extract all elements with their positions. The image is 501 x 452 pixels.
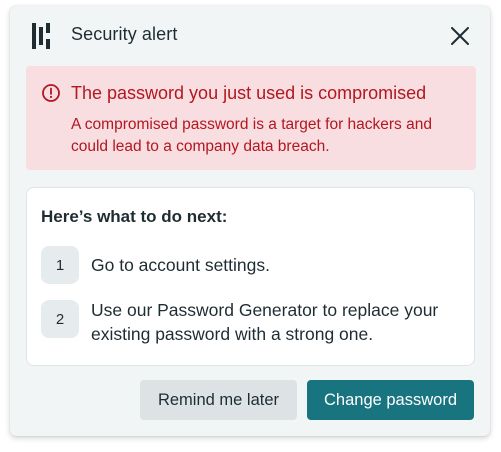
brand-logo-icon	[32, 23, 50, 49]
step-number-badge: 2	[41, 300, 79, 338]
alert-circle-icon	[42, 84, 60, 102]
alert-title: The password you just used is compromise…	[71, 83, 427, 103]
security-alert-dialog: Security alert The password you just use…	[10, 6, 490, 436]
remind-me-later-button[interactable]: Remind me later	[140, 380, 297, 420]
close-icon[interactable]	[448, 24, 472, 48]
next-steps-card: Here’s what to do next: 1 Go to account …	[26, 187, 475, 366]
alert-description: A compromised password is a target for h…	[71, 116, 432, 155]
step-text: Go to account settings.	[91, 255, 270, 275]
step-text: Use our Password Generator to replace yo…	[91, 300, 439, 344]
compromised-password-alert: The password you just used is compromise…	[26, 66, 476, 170]
dialog-title: Security alert	[71, 24, 178, 44]
change-password-button[interactable]: Change password	[307, 380, 474, 420]
next-steps-heading: Here’s what to do next:	[41, 207, 228, 226]
dialog-header: Security alert	[10, 6, 490, 64]
step-number-badge: 1	[41, 246, 79, 284]
